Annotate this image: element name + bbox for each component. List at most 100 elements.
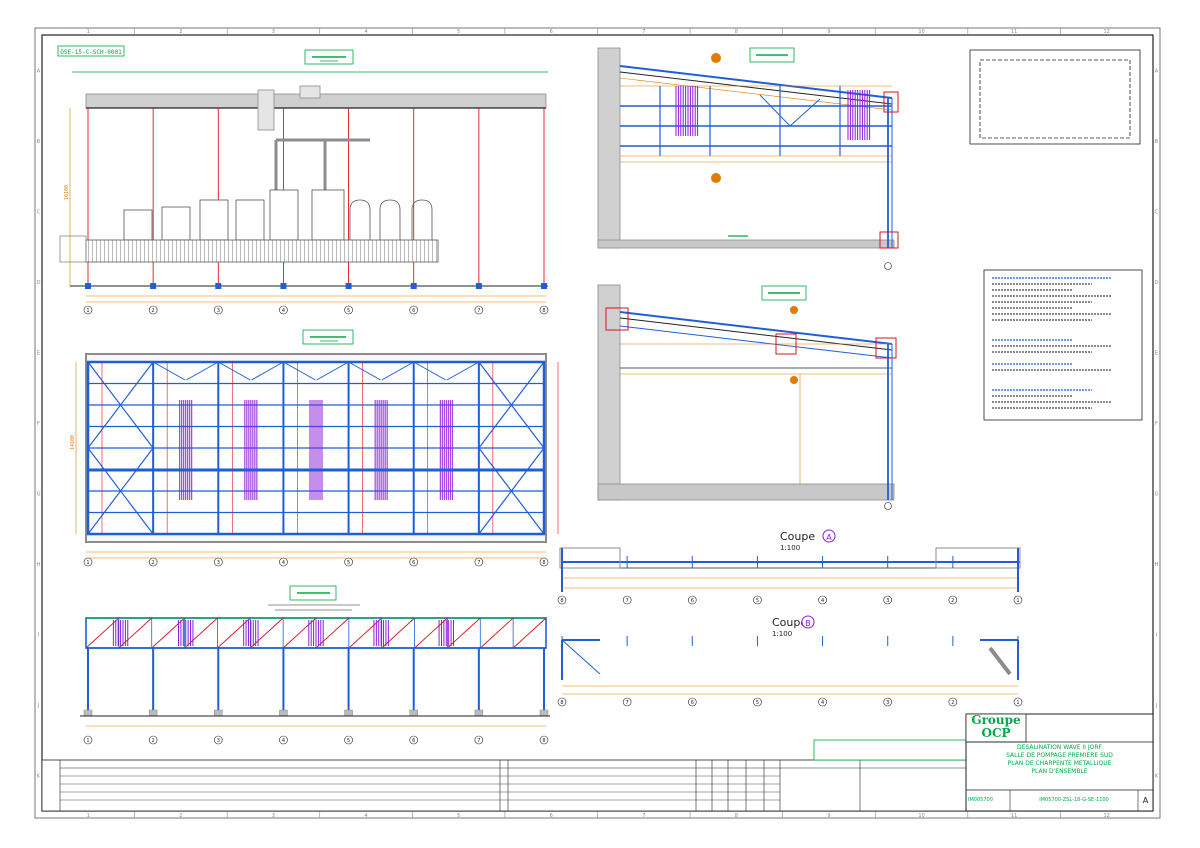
axis-label: 2 <box>152 308 155 314</box>
grid-row-ref: J <box>37 703 39 709</box>
grid-col-ref: 12 <box>1104 29 1110 35</box>
axis-label: 7 <box>626 700 629 706</box>
svg-text:16100: 16100 <box>64 185 70 200</box>
axis-label: 8 <box>542 738 545 744</box>
axis-label: 8 <box>560 700 563 706</box>
grid-col-ref: 3 <box>272 29 275 35</box>
drawing-number-1: IM005700 <box>968 797 993 803</box>
axis-label: 3 <box>886 700 889 706</box>
grid-col-ref: 4 <box>364 29 367 35</box>
axis-label: 1 <box>86 738 89 744</box>
grid-row-ref: C <box>37 209 41 215</box>
grid-col-ref: 10 <box>918 29 924 35</box>
grid-row-ref: J <box>1155 703 1157 709</box>
axis-label: 5 <box>347 560 350 566</box>
grid-col-ref: 7 <box>642 29 645 35</box>
project-name: DESALINATION WAVE II JORF <box>1017 744 1102 751</box>
grid-col-ref: 5 <box>457 29 460 35</box>
grid-row-ref: G <box>37 492 41 498</box>
drawing-code-text: OSE-15-C-SCH-0001 <box>60 49 122 56</box>
grid-row-ref: F <box>1155 421 1158 427</box>
company-logo: Groupe OCP <box>966 714 1026 742</box>
grid-row-ref: B <box>37 139 41 145</box>
axis-label: 6 <box>691 700 694 706</box>
coupe-a-view: Coupe A 1:100 8 7 6 5 4 3 2 1 <box>557 529 1023 605</box>
axis-label: 4 <box>821 700 824 706</box>
column-base <box>280 283 287 289</box>
grid-row-ref: E <box>37 350 40 356</box>
grid-row-ref: B <box>1155 139 1159 145</box>
grid-row-ref: C <box>1155 209 1159 215</box>
grid-col-ref: 7 <box>642 813 645 819</box>
column-base <box>279 709 288 717</box>
axis-label: 6 <box>412 738 415 744</box>
grid-row-ref: A <box>37 68 41 74</box>
grid-col-ref: 9 <box>827 813 830 819</box>
revision-table <box>41 739 967 812</box>
grid-col-ref: 1 <box>87 29 90 35</box>
axis-label: 8 <box>542 308 545 314</box>
coupe-a-letter: A <box>826 533 832 542</box>
view-plan-middle-left: 14100 1 2 3 4 5 6 7 8 <box>70 329 559 567</box>
grid-col-ref: 4 <box>364 813 367 819</box>
drawing-number-2: IM05700-ZSL-18-G-SE-1100 <box>1039 797 1109 803</box>
column-base <box>215 283 222 289</box>
grid-col-ref: 5 <box>457 813 460 819</box>
general-notes-box <box>983 269 1143 421</box>
drawing-title-2: PLAN D'ENSEMBLE <box>1031 768 1088 775</box>
grid-row-ref: I <box>38 633 39 639</box>
column-base <box>475 283 482 289</box>
axis-label: 4 <box>282 738 285 744</box>
grid-col-ref: 2 <box>179 813 182 819</box>
grid-col-ref: 6 <box>550 29 553 35</box>
column-base <box>541 283 547 289</box>
grid-row-ref: D <box>37 280 41 286</box>
grid-col-ref: 1 <box>87 813 90 819</box>
axis-label: 2 <box>951 598 954 604</box>
axis-label: 6 <box>412 308 415 314</box>
axis-label: 6 <box>412 560 415 566</box>
column-base <box>83 709 93 717</box>
axis-label: 2 <box>152 738 155 744</box>
revision-letter: A <box>1142 796 1149 805</box>
view-elevation-top-left: 16100 1 2 3 4 5 6 7 8 <box>59 49 549 315</box>
company-line-2: OCP <box>981 726 1011 740</box>
column-base <box>474 709 484 717</box>
column-base <box>410 283 417 289</box>
floor-grating <box>85 239 439 263</box>
grid-row-ref: K <box>37 774 41 780</box>
column-base <box>345 283 352 289</box>
view-section-top-right <box>597 47 899 270</box>
axis-label: 8 <box>542 560 545 566</box>
grid-row-ref: E <box>1155 350 1158 356</box>
column-base <box>344 709 353 717</box>
column-base <box>214 709 223 717</box>
grid-col-ref: 11 <box>1011 29 1017 35</box>
column-base <box>148 709 158 717</box>
axis-label: 1 <box>86 560 89 566</box>
axis-label: 6 <box>691 598 694 604</box>
axis-label: 1 <box>1016 598 1019 604</box>
axis-label: 5 <box>347 738 350 744</box>
axis-label: 5 <box>756 598 759 604</box>
drawing-code-tag: OSE-15-C-SCH-0001 <box>57 45 125 57</box>
axis-label: 3 <box>217 738 220 744</box>
column-base <box>539 709 549 717</box>
grid-row-ref: A <box>1155 68 1159 74</box>
column-base <box>409 709 418 717</box>
grid-col-ref: 11 <box>1011 813 1017 819</box>
axis-label: 4 <box>282 308 285 314</box>
axis-label: 7 <box>477 308 480 314</box>
coupe-b-letter: B <box>805 619 811 628</box>
column-base <box>150 283 157 289</box>
column-base <box>85 283 91 289</box>
coupe-a-title: Coupe <box>780 530 815 543</box>
drawing-title-1: PLAN DE CHARPENTE METALLIQUE <box>1007 760 1112 767</box>
axis-label: 5 <box>756 700 759 706</box>
grid-col-ref: 6 <box>550 813 553 819</box>
axis-label: 1 <box>1016 700 1019 706</box>
view-elevation-bottom-left: 1 2 3 4 5 6 7 8 <box>80 585 550 745</box>
project-subtitle: SALLE DE POMPAGE PREMIERE SUD <box>1006 752 1113 759</box>
concrete-wall <box>597 47 621 249</box>
grid-row-ref: H <box>37 562 41 568</box>
